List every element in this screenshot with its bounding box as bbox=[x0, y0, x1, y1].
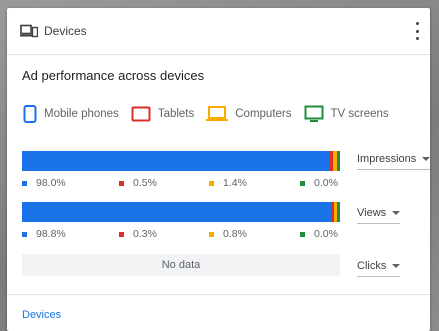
legend-item-tablets: Tablets bbox=[131, 106, 194, 122]
clicks-metric-select[interactable]: Clicks bbox=[357, 260, 401, 277]
metric-select-label: Views bbox=[357, 207, 387, 219]
share-value: 0.8% bbox=[223, 228, 247, 240]
impressions-metric-select[interactable]: Impressions bbox=[357, 153, 431, 170]
color-square-icon bbox=[209, 231, 214, 237]
share-value: 0.3% bbox=[133, 228, 157, 240]
share-segment-mobile-phones bbox=[22, 202, 331, 222]
devices-card: Devices Ad performance across devices Mo… bbox=[7, 8, 431, 331]
dropdown-arrow-icon bbox=[392, 211, 401, 215]
tv-screen-icon bbox=[304, 105, 323, 122]
color-square-icon bbox=[119, 180, 124, 186]
share-segment-tv-screens bbox=[337, 151, 340, 171]
share-label-tablets: 0.3% bbox=[119, 228, 157, 240]
share-value: 98.0% bbox=[36, 177, 66, 189]
impressions-share-bar bbox=[22, 151, 340, 171]
share-value: 0.0% bbox=[314, 177, 338, 189]
color-square-icon bbox=[22, 231, 27, 237]
share-label-mobile-phones: 98.8% bbox=[22, 228, 66, 240]
card-header: Devices bbox=[7, 8, 430, 55]
share-label-mobile-phones: 98.0% bbox=[22, 177, 66, 189]
dropdown-arrow-icon bbox=[422, 157, 431, 161]
devices-report-link[interactable]: Devices bbox=[22, 309, 61, 321]
share-label-tv-screens: 0.0% bbox=[300, 177, 338, 189]
tablet-icon bbox=[131, 106, 151, 122]
footer-divider bbox=[7, 294, 430, 295]
share-label-tablets: 0.5% bbox=[119, 177, 157, 189]
devices-icon bbox=[20, 24, 38, 38]
legend-item-mobile-phones: Mobile phones bbox=[23, 105, 119, 123]
legend-label: Tablets bbox=[157, 108, 195, 120]
legend-item-tv-screens: TV screens bbox=[304, 105, 389, 123]
views-share-bar bbox=[22, 202, 340, 222]
share-label-computers: 0.8% bbox=[209, 228, 247, 240]
legend-label: Computers bbox=[235, 108, 292, 120]
card-title: Devices bbox=[44, 24, 87, 38]
metric-select-label: Impressions bbox=[357, 153, 417, 165]
section-title: Ad performance across devices bbox=[22, 68, 205, 83]
computer-icon bbox=[206, 106, 229, 121]
legend-item-computers: Computers bbox=[206, 106, 292, 122]
legend-label: Mobile phones bbox=[44, 108, 119, 120]
clicks-no-data: No data bbox=[22, 254, 340, 276]
legend-label: TV screens bbox=[330, 108, 389, 120]
share-value: 0.5% bbox=[133, 177, 157, 189]
color-square-icon bbox=[300, 231, 305, 237]
share-label-computers: 1.4% bbox=[209, 177, 247, 189]
views-share-labels: 98.8% 0.3% 0.8% 0.0% bbox=[22, 228, 342, 242]
share-value: 1.4% bbox=[223, 177, 247, 189]
more-vert-icon[interactable] bbox=[412, 22, 422, 40]
share-segment-tv-screens bbox=[337, 202, 340, 222]
impressions-share-labels: 98.0% 0.5% 1.4% 0.0% bbox=[22, 177, 342, 191]
color-square-icon bbox=[300, 180, 305, 186]
color-square-icon bbox=[209, 180, 214, 186]
color-square-icon bbox=[22, 180, 27, 186]
share-value: 98.8% bbox=[36, 228, 66, 240]
metric-select-label: Clicks bbox=[357, 260, 387, 272]
views-metric-select[interactable]: Views bbox=[357, 207, 401, 224]
dropdown-arrow-icon bbox=[392, 264, 401, 268]
color-square-icon bbox=[119, 231, 124, 237]
share-value: 0.0% bbox=[314, 228, 338, 240]
share-label-tv-screens: 0.0% bbox=[300, 228, 338, 240]
device-legend: Mobile phones Tablets Computers TV scree… bbox=[23, 105, 389, 123]
mobile-phone-icon bbox=[23, 105, 37, 123]
share-segment-mobile-phones bbox=[22, 151, 330, 171]
